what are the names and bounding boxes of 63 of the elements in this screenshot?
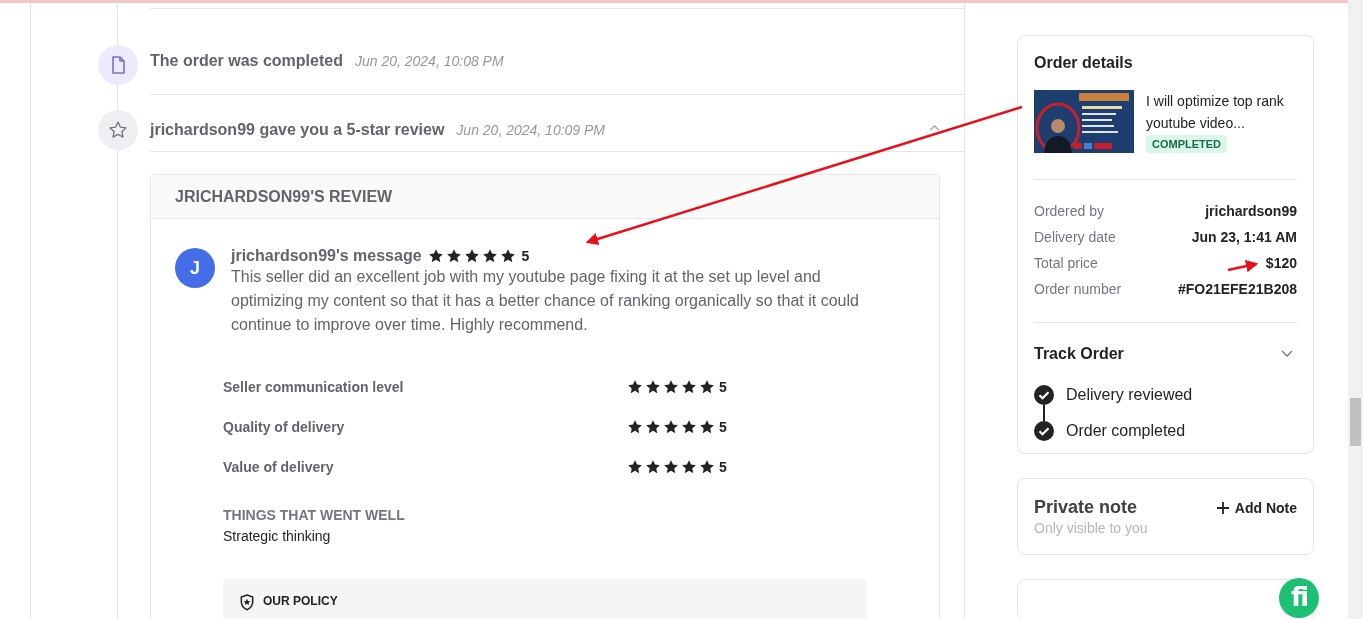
star-icon [663,459,679,475]
rating-score: 5 [719,459,727,475]
plus-icon [1216,502,1229,514]
event-date: Jun 20, 2024, 10:08 PM [354,53,504,69]
scrollbar-thumb[interactable] [1350,398,1361,446]
rating-score: 5 [719,379,727,395]
star-icon [445,248,462,264]
star-icon [645,419,661,435]
detail-label: Total price [1034,255,1098,271]
detail-value: jrichardson99 [1205,203,1297,219]
step-label: Order completed [1066,422,1186,440]
star-icon [499,248,516,264]
policy-heading: OUR POLICY [263,594,338,608]
review-message: This seller did an excellent job with my youtube page fixing it at the set up level and optimizing my content so that it has a better chance of ranking organically so that it could continue to improve over time. Highly recommend. [231,267,860,335]
detail-value: $120 [1265,255,1297,271]
star-icon [627,419,643,435]
star-icon [627,459,643,475]
star-icon [699,419,715,435]
rating-label: Value of delivery [223,459,335,475]
review-heading: JRICHARDSON99'S REVIEW [151,175,939,219]
star-icon [645,459,661,475]
star-icon [481,248,498,264]
star-icon [681,379,697,395]
star-icon [681,419,697,435]
annotation-arrow [1227,260,1259,273]
star-icon [663,419,679,435]
document-icon [111,56,125,74]
went-well-item: Strategic thinking [223,528,332,544]
star-icon [663,379,679,395]
star-icon [427,248,444,264]
card-title: Order details [1034,54,1134,72]
star-icon [699,459,715,475]
card-subtitle: Only visible to you [1034,520,1148,536]
section-heading: THINGS THAT WENT WELL [223,507,406,523]
track-order-title: Track Order [1034,345,1124,363]
card-title: Private note [1034,497,1139,518]
star-icon [699,379,715,395]
event-title: jrichardson99 gave you a 5-star review [150,121,445,139]
detail-label: Ordered by [1034,203,1105,219]
event-title: The order was completed [150,52,343,70]
status-badge: COMPLETED [1146,135,1228,153]
star-icon [463,248,480,264]
step-label: Delivery reviewed [1066,386,1193,404]
shield-star-icon [239,594,255,611]
star-icon [645,379,661,395]
user-avatar: J [175,248,215,288]
detail-label: Order number [1034,281,1122,297]
detail-label: Delivery date [1034,229,1116,245]
rating-score: 5 [719,419,727,435]
rating-score: 5 [521,248,530,264]
star-outline-icon [108,120,128,140]
rating-label: Seller communication level [223,379,405,395]
detail-value: #FO21EFE21B208 [1177,281,1297,297]
star-icon [681,459,697,475]
gig-title[interactable]: I will optimize top rank youtube video... [1146,90,1297,134]
detail-value: Jun 23, 1:41 AM [1191,229,1297,245]
event-date: Jun 20, 2024, 10:09 PM [456,122,606,138]
rating-label: Quality of delivery [223,419,346,435]
add-note-button[interactable]: Add Note [1216,500,1297,516]
review-author: jrichardson99's message [231,247,422,265]
chevron-down-icon[interactable] [1281,350,1293,358]
star-icon [627,379,643,395]
caret-up-icon[interactable] [929,124,940,131]
